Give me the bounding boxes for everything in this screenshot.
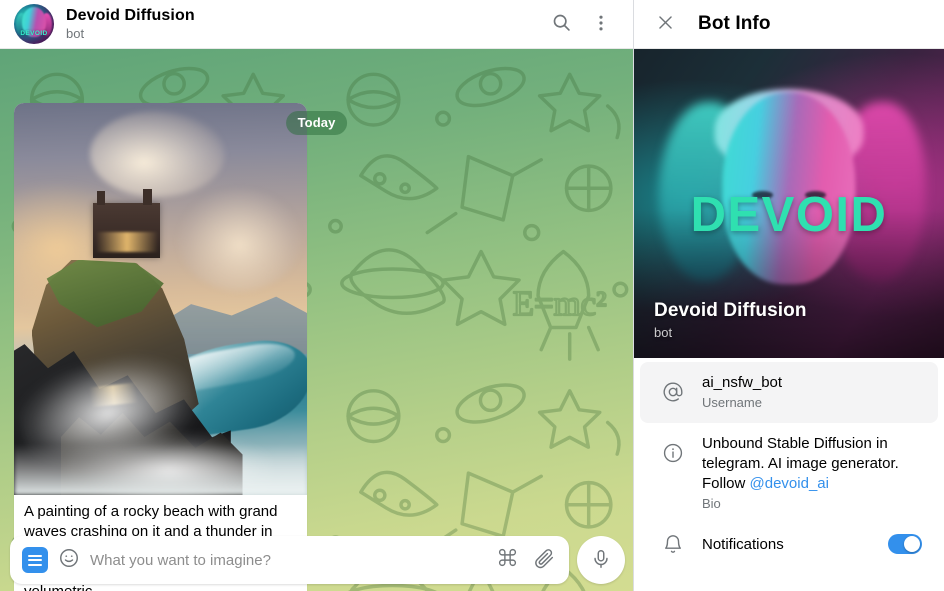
voice-record-button[interactable] (577, 536, 625, 584)
composer-area (0, 529, 633, 591)
photo-cloud-upper (90, 110, 225, 198)
notifications-label: Notifications (702, 535, 784, 553)
profile-banner[interactable]: DEVOID Devoid Diffusion bot (634, 49, 944, 358)
message-bubble[interactable]: A painting of a rocky beach with grand w… (14, 103, 307, 591)
paperclip-icon (534, 547, 556, 574)
close-icon (656, 13, 675, 35)
smiley-icon (58, 547, 80, 574)
username-body: ai_nsfw_bot Username (702, 373, 922, 412)
bio-label: Bio (702, 496, 721, 511)
avatar-word: DEVOID (20, 30, 48, 37)
avatar[interactable]: DEVOID (14, 4, 54, 44)
username-value: ai_nsfw_bot (702, 374, 783, 391)
info-row-notifications[interactable]: Notifications (640, 524, 938, 564)
banner-wordmark: DEVOID (690, 188, 888, 243)
chat-title: Devoid Diffusion (66, 7, 195, 24)
bot-menu-icon-bar (28, 554, 42, 557)
microphone-icon (590, 548, 612, 573)
more-options-button[interactable] (581, 4, 621, 44)
notifications-toggle[interactable] (888, 534, 922, 554)
bio-mention-link[interactable]: @devoid_ai (750, 475, 829, 492)
photo-cloud-right (178, 189, 302, 292)
bot-menu-icon-bar (28, 559, 42, 561)
chat-scroll-area[interactable]: A painting of a rocky beach with grand w… (0, 49, 633, 591)
message-photo[interactable] (14, 103, 307, 495)
toggle-knob (904, 536, 920, 552)
info-row-bio[interactable]: Unbound Stable Diffusion in telegram. AI… (640, 423, 938, 524)
more-vertical-icon (591, 13, 611, 36)
profile-subtitle: bot (654, 325, 673, 340)
message-input[interactable] (90, 551, 484, 569)
bot-menu-button[interactable] (22, 547, 48, 573)
chat-header-texts: Devoid Diffusion bot (66, 6, 541, 42)
chat-subtitle: bot (66, 26, 85, 41)
bot-info-header: Bot Info (634, 0, 944, 49)
command-button[interactable] (494, 547, 521, 573)
photo-mansion-windows (96, 232, 158, 252)
search-button[interactable] (541, 4, 581, 44)
close-panel-button[interactable] (648, 7, 682, 41)
at-sign-icon (660, 373, 686, 403)
bot-info-rows: ai_nsfw_bot Username Unbound Stable Diff… (634, 358, 944, 591)
bot-info-title: Bot Info (698, 13, 771, 34)
emoji-button[interactable] (58, 547, 80, 574)
bot-menu-icon-bar (28, 563, 42, 566)
composer (10, 536, 569, 584)
username-label: Username (702, 395, 762, 410)
command-icon (497, 547, 518, 573)
bio-value: Unbound Stable Diffusion in telegram. AI… (702, 434, 922, 494)
date-chip[interactable]: Today (285, 111, 348, 135)
photo-foam (14, 444, 307, 495)
info-row-username[interactable]: ai_nsfw_bot Username (640, 362, 938, 423)
bot-info-panel: Bot Info DEVOID Devoid Diffusion bot ai_… (634, 0, 944, 591)
attach-button[interactable] (531, 547, 559, 574)
app-root: DEVOID Devoid Diffusion bot A painting o… (0, 0, 944, 591)
chat-header: DEVOID Devoid Diffusion bot (0, 0, 633, 49)
chat-body: E=mc² (0, 49, 633, 591)
profile-name: Devoid Diffusion (654, 300, 807, 321)
search-icon (551, 12, 572, 36)
bell-icon (660, 533, 686, 555)
chat-pane: DEVOID Devoid Diffusion bot A painting o… (0, 0, 634, 591)
bio-body: Unbound Stable Diffusion in telegram. AI… (702, 434, 922, 513)
info-circle-icon (660, 434, 686, 464)
